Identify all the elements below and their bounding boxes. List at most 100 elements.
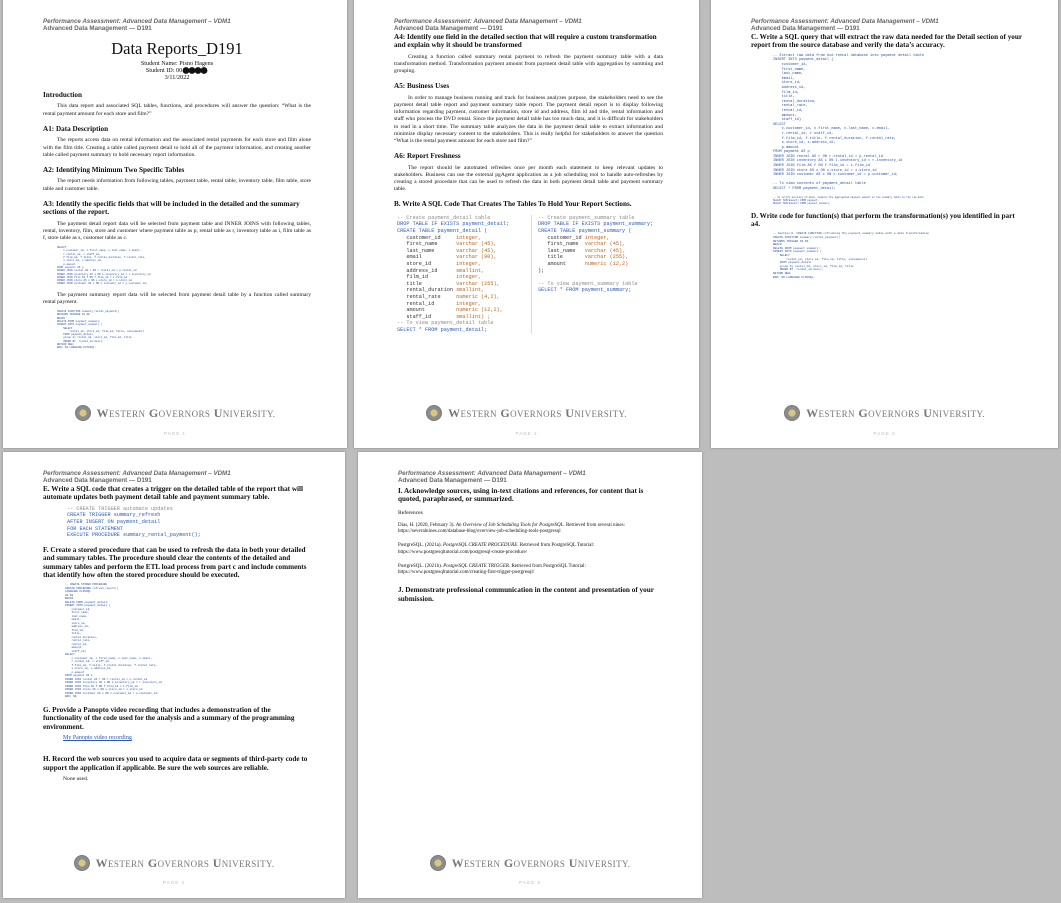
page-number: PAGE 5 bbox=[519, 880, 541, 885]
code-line: FOR EACH STATEMENT bbox=[67, 525, 124, 532]
code-line: CREATE TABLE payment_detail ( bbox=[397, 228, 488, 235]
field-name: amount bbox=[397, 307, 457, 314]
reference-3: PostgreSQL. (2021b). PostgreSQL CREATE T… bbox=[398, 564, 666, 576]
header-subtitle-line: Advanced Data Management — D191 bbox=[751, 25, 860, 32]
table-field: customer_id integer, bbox=[397, 235, 481, 241]
table-field: title varchar (255), bbox=[397, 280, 500, 287]
page-number: PAGE 2 bbox=[515, 431, 538, 436]
wgu-seal-icon bbox=[73, 855, 90, 871]
report-date: 3/11/2022 bbox=[164, 74, 190, 82]
introduction-paragraph: This data report and associated SQL tabl… bbox=[43, 103, 311, 117]
field-name: first_name bbox=[397, 241, 457, 248]
code-comment: -- To view payment_summary table bbox=[538, 280, 638, 287]
reference-2: PostgreSQL. (2021a). PostgreSQL CREATE P… bbox=[398, 543, 666, 555]
field-name: rental_rate bbox=[397, 294, 457, 300]
header-subtitle-line: Advanced Data Management — D191 bbox=[43, 25, 152, 32]
field-type: integer, bbox=[456, 300, 482, 307]
section-heading-g: G. Provide a Panopto video recording tha… bbox=[43, 705, 295, 731]
page-number: PAGE 4 bbox=[163, 880, 185, 885]
code-line: EXECUTE PROCEDURE summary_rental_payment… bbox=[67, 532, 201, 539]
wgu-seal-icon bbox=[426, 405, 443, 421]
header-subtitle-line: Advanced Data Management — D191 bbox=[43, 477, 152, 484]
table-field: last_name varchar (45), bbox=[397, 247, 497, 254]
a1-paragraph: The reports access data on rental inform… bbox=[43, 137, 311, 158]
field-type: varchar (255), bbox=[584, 254, 629, 261]
field-type: integer, bbox=[456, 261, 482, 268]
table-field: staff_id smallint) ; bbox=[397, 314, 490, 320]
wgu-logo: WESTERN GOVERNORS UNIVERSITY. bbox=[358, 855, 702, 871]
header-subtitle-line: Advanced Data Management — D191 bbox=[398, 477, 507, 484]
references-heading: References bbox=[398, 509, 423, 516]
a3-paragraph-2: The payment summary report data will be … bbox=[43, 291, 311, 305]
table-field: address_id smallint, bbox=[397, 268, 484, 274]
table-field: rental_duration smallint, bbox=[397, 287, 484, 293]
field-type: varchar (255), bbox=[456, 280, 500, 287]
reference-title: An Overview of Job Scheduling Tools for … bbox=[455, 523, 564, 529]
payment-detail-code: -- Create payment_detail table DROP TABL… bbox=[394, 214, 532, 334]
code-block-procedure: -- CREATE STORED PROCEDURE CREATE PROCED… bbox=[65, 583, 162, 699]
redaction-mark bbox=[182, 67, 208, 74]
student-id: Student ID: 00 bbox=[43, 67, 311, 74]
section-heading-c: C. Write a SQL query that will extract t… bbox=[751, 33, 1022, 50]
field-type: varchar (45), bbox=[456, 247, 497, 254]
field-name: rental_duration bbox=[397, 287, 457, 294]
page-number: PAGE 1 bbox=[164, 431, 186, 436]
create-tables-code: -- Create payment_detail table DROP TABL… bbox=[394, 214, 663, 334]
code-block-function: -- Section D. CREATE FUNCTION refreshing… bbox=[773, 232, 930, 279]
wgu-logo: WESTERN GOVERNORS UNIVERSITY. bbox=[3, 855, 345, 871]
section-heading-a3: A3: Identify the specific fields that wi… bbox=[43, 199, 300, 217]
table-field: customer_id integer, bbox=[538, 234, 610, 241]
section-heading-f: F. Create a stored procedure that can be… bbox=[43, 545, 307, 579]
field-name: film_id bbox=[397, 274, 457, 281]
table-field: film_id integer, bbox=[397, 274, 481, 280]
reference-author: PostgreSQL. (2021b). bbox=[398, 563, 444, 569]
wgu-logo-text: WESTERN GOVERNORS UNIVERSITY. bbox=[448, 405, 627, 420]
field-name: title bbox=[538, 254, 585, 261]
field-list: customer_id integer, first_name varchar … bbox=[397, 235, 503, 320]
student-name: Student Name: Pisno Hagens bbox=[140, 60, 214, 67]
reference-1: Dias, H. (2020, February 3). An Overview… bbox=[398, 523, 666, 535]
field-type: integer, bbox=[456, 234, 482, 241]
payment-summary-code: -- Create payment_summary table DROP TAB… bbox=[532, 215, 653, 334]
running-header: Performance Assessment: Advanced Data Ma… bbox=[43, 18, 311, 32]
section-heading-a6: A6: Report Freshness bbox=[394, 152, 461, 161]
field-type: integer, bbox=[456, 274, 482, 281]
field-name: last_name bbox=[397, 247, 457, 254]
field-type: integer, bbox=[584, 234, 610, 241]
header-course-line: Performance Assessment: Advanced Data Ma… bbox=[43, 470, 231, 477]
section-heading-h: H. Record the web sources you used to ac… bbox=[43, 755, 308, 772]
field-type: numeric (4,2), bbox=[456, 294, 500, 300]
field-name: store_id bbox=[397, 261, 457, 268]
page-number: PAGE 3 bbox=[873, 431, 896, 436]
code-line: CREATE TABLE payment_summary ( bbox=[538, 228, 632, 235]
panopto-video-link[interactable]: My Panopto video recording bbox=[63, 735, 309, 741]
header-course-line: Performance Assessment: Advanced Data Ma… bbox=[751, 18, 939, 25]
table-field: email varchar (90), bbox=[397, 254, 496, 260]
table-field: first_name varchar (45), bbox=[538, 241, 625, 247]
code-comment: -- To view payment_detail table bbox=[397, 320, 494, 327]
header-course-line: Performance Assessment: Advanced Data Ma… bbox=[394, 18, 582, 25]
document-page-4: Performance Assessment: Advanced Data Ma… bbox=[3, 452, 345, 898]
wgu-logo: WESTERN GOVERNORS UNIVERSITY. bbox=[354, 405, 699, 421]
field-name: last_name bbox=[538, 247, 585, 254]
section-heading-d: D. Write code for function(s) that perfo… bbox=[751, 211, 1015, 229]
a2-paragraph: The report needs information from follow… bbox=[43, 178, 311, 192]
section-heading-a5: A5: Business Uses bbox=[394, 82, 450, 91]
code-comment: -- CREATE TRIGGER automate updates bbox=[67, 505, 173, 512]
document-page-5: Performance Assessment: Advanced Data Ma… bbox=[358, 452, 702, 898]
table-field: amount numeric (12,2) bbox=[538, 261, 628, 267]
section-heading-i: I. Acknowledge sources, using in-text ci… bbox=[398, 487, 644, 504]
section-heading-a2: A2: Identifying Minimum Two Specific Tab… bbox=[43, 165, 185, 174]
document-page-2: Performance Assessment: Advanced Data Ma… bbox=[354, 0, 699, 448]
a4-paragraph: Creating a function called summary renta… bbox=[394, 53, 663, 75]
field-type: varchar (45), bbox=[456, 241, 497, 248]
reference-title: PostgreSQL CREATE TRIGGER bbox=[443, 563, 509, 569]
reference-title: PostgreSQL CREATE PROCEDURE bbox=[443, 543, 518, 549]
code-line: SELECT * FROM payment_summary; bbox=[538, 287, 632, 294]
running-header: Performance Assessment: Advanced Data Ma… bbox=[751, 18, 1022, 32]
wgu-seal-icon bbox=[784, 405, 801, 421]
document-page-1: Performance Assessment: Advanced Data Ma… bbox=[3, 0, 347, 448]
field-type: smallint, bbox=[456, 287, 485, 294]
field-name: rental_id bbox=[397, 300, 457, 307]
field-type: smallint, bbox=[456, 267, 485, 274]
